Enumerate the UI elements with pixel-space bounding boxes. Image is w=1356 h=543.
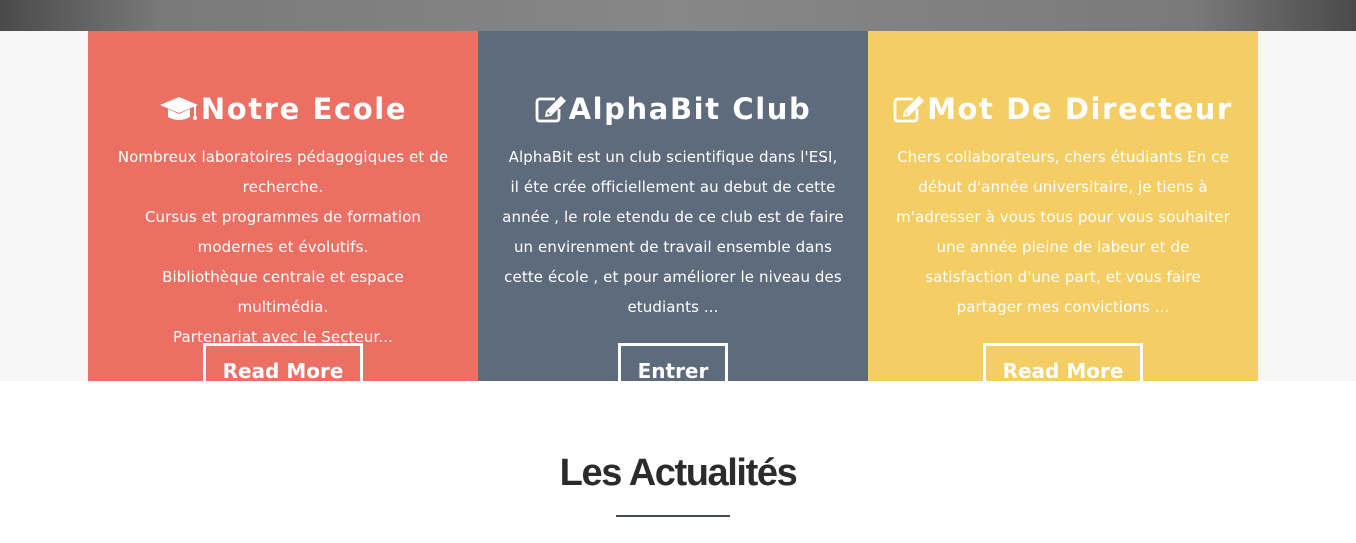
card-line: année , le role etendu de ce club est de… xyxy=(502,208,844,226)
card-line: modernes et évolutifs. xyxy=(197,238,369,256)
enter-button[interactable]: Entrer xyxy=(618,343,728,398)
card-line: cette école , et pour améliorer le nivea… xyxy=(504,268,842,286)
read-more-button[interactable]: Read More xyxy=(983,343,1143,398)
top-banner xyxy=(0,0,1356,31)
card-alphabit-club: AlphaBit Club AlphaBit est un club scien… xyxy=(478,31,868,398)
graduation-cap-icon xyxy=(159,97,198,120)
card-mot-de-directeur: Mot De Directeur Chers collaborateurs, c… xyxy=(868,31,1258,398)
card-line: satisfaction d'une part, et vous faire xyxy=(925,268,1201,286)
card-line: Nombreux laboratoires pédagogiques et de xyxy=(117,148,449,166)
card-line: Bibliothèque centrale et espace xyxy=(162,268,404,286)
edit-icon xyxy=(893,96,925,123)
card-description: AlphaBit est un club scientifique dans l… xyxy=(500,142,846,322)
card-line: il éte crée officiellement au debut de c… xyxy=(510,178,836,196)
card-header: Mot De Directeur xyxy=(868,93,1258,125)
card-line: une année pleine de labeur et de xyxy=(936,238,1190,256)
card-line: début d'année universitaire, je tiens à xyxy=(918,178,1208,196)
card-line: multimédia. xyxy=(237,298,329,316)
card-line: recherche. xyxy=(242,178,324,196)
card-description: Nombreux laboratoires pédagogiques et de… xyxy=(110,142,456,352)
card-line: m'adresser à vous tous pour vous souhait… xyxy=(896,208,1230,226)
card-line: un envirenment de travail ensemble dans xyxy=(513,238,833,256)
read-more-button[interactable]: Read More xyxy=(203,343,363,398)
edit-icon xyxy=(535,96,566,123)
card-header: AlphaBit Club xyxy=(478,93,868,125)
card-notre-ecole: Notre Ecole Nombreux laboratoires pédago… xyxy=(88,31,478,398)
section-title-actualites: Les Actualités xyxy=(559,452,798,494)
card-description: Chers collaborateurs, chers étudiants En… xyxy=(890,142,1236,322)
card-line: partager mes convictions ... xyxy=(956,298,1170,316)
card-line: Cursus et programmes de formation xyxy=(144,208,422,226)
card-title: Mot De Directeur xyxy=(927,92,1233,126)
card-line: Chers collaborateurs, chers étudiants En… xyxy=(897,148,1229,166)
card-header: Notre Ecole xyxy=(88,93,478,125)
card-line: AlphaBit est un club scientifique dans l… xyxy=(508,148,838,166)
section-title-underline xyxy=(616,515,730,517)
card-title: AlphaBit Club xyxy=(568,92,812,126)
card-title: Notre Ecole xyxy=(200,92,408,126)
card-line: etudiants ... xyxy=(627,298,719,316)
